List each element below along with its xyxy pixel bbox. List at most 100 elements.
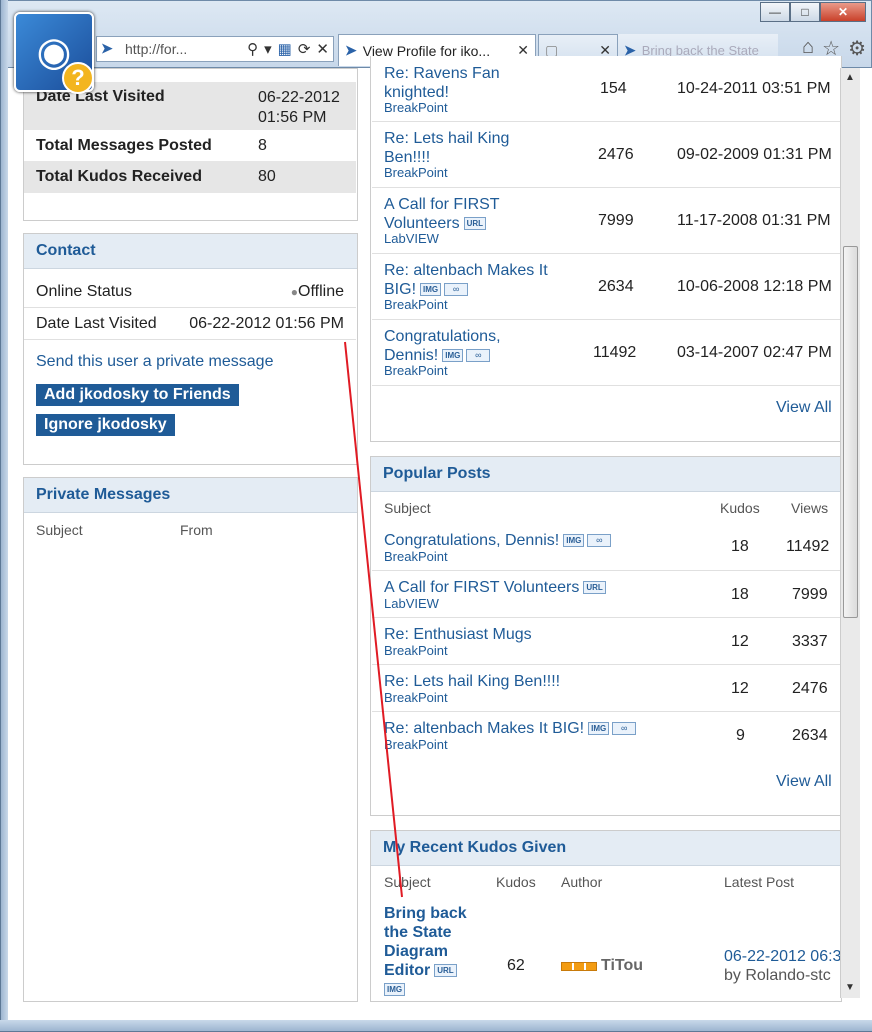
contact-visited-label: Date Last Visited bbox=[36, 314, 157, 332]
stat-value: 06-22-2012 01:56 PM bbox=[258, 89, 340, 126]
offline-dot-icon: ● bbox=[290, 284, 299, 299]
popular-posts-view-all-link[interactable]: View All bbox=[776, 773, 832, 791]
post-board-link[interactable]: BreakPoint bbox=[384, 165, 448, 180]
kudos-given-header: My Recent Kudos Given bbox=[371, 831, 841, 866]
window-controls: — □ ✕ bbox=[760, 2, 866, 22]
online-status-value: Offline bbox=[298, 282, 344, 300]
post-subject-link[interactable]: Congratulations, Dennis! IMG ∞ bbox=[384, 327, 501, 365]
latest-post-date-link[interactable]: 06-22-2012 06:3 bbox=[724, 948, 840, 966]
popular-subject-link[interactable]: Re: Lets hail King Ben!!!! bbox=[384, 672, 560, 691]
post-views: 2634 bbox=[598, 278, 634, 295]
post-subject-link[interactable]: Re: Lets hail King Ben!!!! bbox=[384, 129, 509, 167]
address-text: http://for... bbox=[125, 41, 188, 57]
settings-gear-icon[interactable]: ⚙ bbox=[848, 36, 866, 61]
compat-view-icon[interactable]: ▦ bbox=[278, 40, 292, 58]
stop-icon[interactable]: ✕ bbox=[316, 40, 329, 58]
post-date: 11-17-2008 01:31 PM bbox=[677, 212, 831, 229]
contact-header: Contact bbox=[24, 234, 357, 269]
img-badge-icon: IMG bbox=[442, 349, 464, 363]
refresh-icon[interactable]: ⟳ bbox=[298, 40, 311, 58]
url-badge-icon: URL bbox=[434, 964, 457, 978]
post-views: 11492 bbox=[593, 344, 637, 361]
post-board-link[interactable]: BreakPoint bbox=[384, 100, 448, 115]
popular-subject-link[interactable]: A Call for FIRST Volunteers URL bbox=[384, 578, 606, 597]
kudos-col-subject: Subject bbox=[384, 874, 431, 890]
popular-posts-header: Popular Posts bbox=[371, 457, 841, 492]
maximize-button[interactable]: □ bbox=[790, 2, 820, 22]
recent-post-row: A Call for FIRST Volunteers URL LabVIEW 79… bbox=[372, 188, 840, 254]
post-date: 09-02-2009 01:31 PM bbox=[677, 146, 832, 163]
online-status-label: Online Status bbox=[36, 282, 133, 300]
popular-post-row: Re: altenbach Makes It BIG! IMG ∞ BreakPoi… bbox=[372, 712, 840, 759]
close-button[interactable]: ✕ bbox=[820, 2, 866, 22]
scroll-up-arrow-icon[interactable]: ▲ bbox=[845, 72, 855, 83]
stat-value: 80 bbox=[258, 168, 276, 185]
popular-subject-link[interactable]: Re: altenbach Makes It BIG! IMG ∞ bbox=[384, 719, 637, 738]
scroll-down-arrow-icon[interactable]: ▼ bbox=[845, 982, 855, 993]
post-subject-link[interactable]: Re: Ravens Fan knighted! bbox=[384, 64, 500, 102]
post-date: 10-06-2008 12:18 PM bbox=[677, 278, 832, 295]
post-subject-link[interactable]: A Call for FIRST Volunteers URL bbox=[384, 195, 500, 233]
kudos-col-latest: Latest Post bbox=[724, 874, 795, 890]
url-badge-icon: URL bbox=[463, 217, 487, 231]
latest-post-by: by Rolando-stc bbox=[724, 967, 831, 984]
recent-posts-view-all-link[interactable]: View All bbox=[776, 399, 832, 417]
popular-board-link[interactable]: BreakPoint bbox=[384, 643, 448, 658]
contact-last-visited-row: Date Last Visited 06-22-2012 01:56 PM bbox=[24, 308, 356, 340]
popular-post-row: A Call for FIRST Volunteers URL LabVIEW 1… bbox=[372, 571, 840, 618]
kudos-subject-link[interactable]: Bring back the State Diagram Editor URL I… bbox=[384, 904, 467, 999]
kudos-col-kudos: Kudos bbox=[496, 874, 536, 890]
stat-label: Total Messages Posted bbox=[36, 136, 212, 154]
img-badge-icon: IMG bbox=[563, 534, 585, 548]
img-badge-icon: IMG bbox=[384, 983, 406, 997]
stat-total-kudos: Total Kudos Received 80 bbox=[24, 161, 356, 193]
stat-value: 8 bbox=[258, 136, 267, 154]
post-board-link[interactable]: BreakPoint bbox=[384, 297, 448, 312]
kudos-author-link[interactable]: TiTou bbox=[601, 957, 643, 975]
stat-total-messages: Total Messages Posted 8 bbox=[24, 130, 356, 161]
private-messages-panel: Private Messages bbox=[23, 477, 358, 1002]
dropdown-icon[interactable]: ▾ bbox=[264, 40, 272, 58]
minimize-button[interactable]: — bbox=[760, 2, 790, 22]
post-board-link[interactable]: BreakPoint bbox=[384, 363, 448, 378]
popular-board-link[interactable]: BreakPoint bbox=[384, 549, 448, 564]
fingerprint-app-logo: ◉ ? bbox=[14, 12, 94, 94]
post-board-link[interactable]: LabVIEW bbox=[384, 231, 439, 246]
popular-kudos: 18 bbox=[731, 586, 749, 603]
post-views: 2476 bbox=[598, 146, 634, 163]
url-badge-icon: URL bbox=[583, 581, 606, 595]
online-status-value-wrap: ●Offline bbox=[291, 283, 344, 301]
popular-board-link[interactable]: BreakPoint bbox=[384, 690, 448, 705]
popular-subject-link[interactable]: Re: Enthusiast Mugs bbox=[384, 625, 532, 644]
popular-kudos: 12 bbox=[731, 633, 749, 650]
popular-board-link[interactable]: BreakPoint bbox=[384, 737, 448, 752]
post-subject-link[interactable]: Re: altenbach Makes It BIG! IMG ∞ bbox=[384, 261, 548, 299]
attachment-clip-icon: ∞ bbox=[612, 722, 637, 736]
question-mark-icon[interactable]: ? bbox=[62, 62, 94, 94]
recent-post-row: Re: Ravens Fan knighted! BreakPoint 154 1… bbox=[372, 65, 840, 122]
popular-views: 3337 bbox=[792, 633, 828, 650]
popular-kudos: 18 bbox=[731, 538, 749, 555]
add-friend-button[interactable]: Add jkodosky to Friends bbox=[36, 384, 239, 406]
recent-post-row: Re: altenbach Makes It BIG! IMG ∞ BreakPoin… bbox=[372, 254, 840, 320]
popular-col-kudos: Kudos bbox=[720, 500, 760, 516]
popular-views: 2634 bbox=[792, 727, 828, 744]
window-frame-left bbox=[0, 0, 8, 1032]
ignore-user-button[interactable]: Ignore jkodosky bbox=[36, 414, 175, 436]
scrollbar-thumb[interactable] bbox=[843, 246, 858, 618]
address-bar[interactable]: ➤ http://for... ⚲ ▾ ▦ ⟳ ✕ bbox=[96, 36, 334, 62]
post-views: 7999 bbox=[598, 212, 634, 229]
window-frame-bottom bbox=[0, 1020, 872, 1032]
send-private-message-link[interactable]: Send this user a private message bbox=[36, 353, 273, 371]
popular-col-views: Views bbox=[791, 500, 829, 516]
popular-subject-link[interactable]: Congratulations, Dennis! IMG ∞ bbox=[384, 531, 612, 550]
img-badge-icon: IMG bbox=[588, 722, 610, 736]
tab-favicon-icon: ➤ bbox=[345, 42, 357, 58]
recent-post-row: Congratulations, Dennis! IMG ∞ BreakPoint 1… bbox=[372, 320, 840, 386]
popular-board-link[interactable]: LabVIEW bbox=[384, 596, 439, 611]
popular-post-row: Re: Enthusiast Mugs BreakPoint 12 3337 bbox=[372, 618, 840, 665]
search-icon[interactable]: ⚲ bbox=[247, 40, 258, 58]
post-date: 10-24-2011 03:51 PM bbox=[677, 80, 831, 97]
vertical-scrollbar[interactable]: ▲ ▼ bbox=[840, 68, 860, 998]
popular-views: 7999 bbox=[792, 586, 828, 603]
